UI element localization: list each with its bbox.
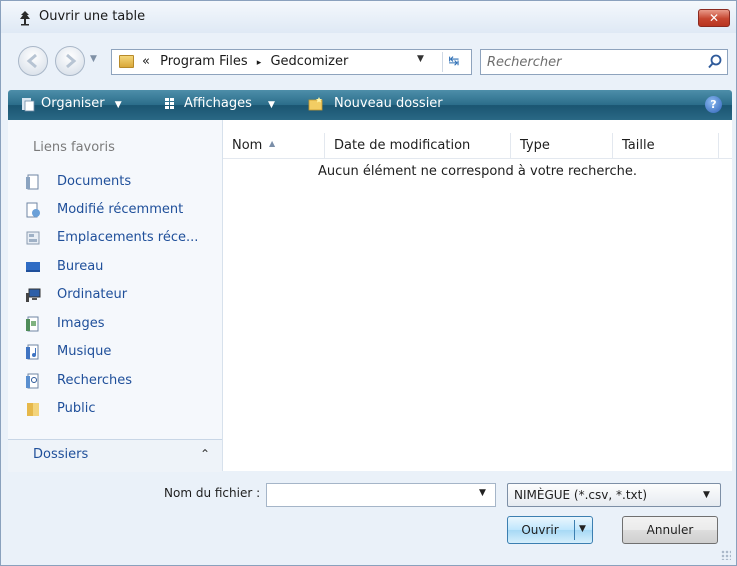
dialog-footer: Nom du fichier : ▼ NIMÈGUE (*.csv, *.txt… (1, 472, 736, 565)
breadcrumb-separator-icon[interactable]: ▸ (257, 58, 262, 68)
breadcrumb: « Program Files ▸ Gedcomizer (142, 54, 348, 69)
title-bar: Ouvrir une table ✕ (1, 1, 736, 33)
chevron-down-icon: ▼ (703, 490, 710, 500)
file-list-header: Nom ▲ Date de modification Type Taille (223, 133, 732, 159)
sidebar-item-music[interactable]: Musique (8, 339, 222, 365)
affichages-button[interactable]: Affichages ▼ (184, 96, 275, 111)
open-button[interactable]: Ouvrir ▼ (507, 516, 593, 544)
sidebar-item-searches[interactable]: Recherches (8, 368, 222, 394)
column-header-size[interactable]: Taille (613, 133, 719, 158)
column-header-date[interactable]: Date de modification (325, 133, 511, 158)
navigation-bar: ▼ « Program Files ▸ Gedcomizer ▼ ↹ (1, 33, 736, 90)
command-bar: Organiser ▼ Affichages ▼ Nouveau dossier… (8, 90, 732, 120)
column-header-type[interactable]: Type (511, 133, 613, 158)
desktop-icon (26, 262, 40, 272)
sidebar-item-label: Musique (57, 344, 112, 359)
refresh-icon: ↹ (448, 54, 460, 69)
back-button[interactable] (18, 46, 48, 76)
cancel-button[interactable]: Annuler (622, 516, 718, 544)
window-title: Ouvrir une table (39, 9, 146, 24)
affichages-label: Affichages (184, 96, 252, 111)
resize-grip-icon[interactable] (721, 550, 731, 560)
sidebar-item-recent[interactable]: Modifié récemment (8, 197, 222, 223)
forward-button[interactable] (55, 46, 85, 76)
filename-input[interactable] (270, 487, 465, 503)
folder-icon (119, 55, 134, 68)
folders-toggle[interactable]: Dossiers ⌃ (8, 439, 222, 472)
back-arrow-icon (26, 53, 37, 69)
search-box (480, 49, 728, 75)
music-icon (26, 344, 39, 360)
navigation-pane: Liens favoris Documents Modifié récemmen… (8, 120, 223, 471)
sidebar-item-label: Emplacements réce... (57, 230, 199, 245)
split-divider (574, 520, 575, 540)
searches-icon (26, 373, 39, 389)
help-icon[interactable]: ? (705, 96, 722, 113)
filename-dropdown-icon[interactable]: ▼ (479, 488, 486, 498)
favorite-links-header: Liens favoris (33, 140, 115, 155)
breadcrumb-overflow[interactable]: « (142, 54, 150, 69)
cancel-button-label: Annuler (646, 523, 694, 537)
close-icon: ✕ (708, 11, 720, 25)
sidebar-item-label: Public (57, 401, 96, 416)
sidebar-item-recent-places[interactable]: Emplacements réce... (8, 225, 222, 251)
sidebar-item-desktop[interactable]: Bureau (8, 254, 222, 280)
recent-places-icon (26, 231, 40, 245)
recent-icon (26, 202, 40, 218)
public-folder-icon (27, 403, 39, 416)
filename-combo: ▼ (266, 483, 496, 507)
sidebar-item-label: Modifié récemment (57, 202, 184, 217)
open-button-label: Ouvrir (521, 523, 559, 537)
sidebar-item-public[interactable]: Public (8, 396, 222, 422)
sort-ascending-icon: ▲ (269, 139, 276, 148)
column-header-name[interactable]: Nom ▲ (223, 133, 325, 158)
images-icon (26, 316, 39, 332)
computer-icon (26, 288, 41, 302)
recent-pages-dropdown-icon[interactable]: ▼ (90, 54, 97, 64)
sidebar-item-label: Images (57, 316, 105, 331)
sidebar-item-label: Bureau (57, 259, 104, 274)
sidebar-item-label: Documents (57, 174, 132, 189)
address-bar[interactable]: « Program Files ▸ Gedcomizer ▼ ↹ (111, 49, 472, 75)
sidebar-item-images[interactable]: Images (8, 311, 222, 337)
filetype-selected-value: NIMÈGUE (*.csv, *.txt) (514, 488, 648, 502)
app-tree-icon (20, 11, 30, 26)
sidebar-item-label: Ordinateur (57, 287, 128, 302)
close-button[interactable]: ✕ (698, 9, 730, 27)
documents-icon (26, 174, 39, 190)
organise-icon (22, 98, 35, 112)
organiser-dropdown-icon: ▼ (114, 100, 122, 110)
folders-label: Dossiers (33, 447, 89, 462)
filename-label: Nom du fichier : (164, 486, 261, 500)
search-input[interactable] (487, 53, 687, 71)
breadcrumb-item-program-files[interactable]: Program Files (160, 54, 248, 69)
refresh-button[interactable]: ↹ (442, 52, 465, 72)
sidebar-item-documents[interactable]: Documents (8, 169, 222, 195)
new-folder-icon (308, 97, 323, 111)
file-list: Nom ▲ Date de modification Type Taille A… (223, 120, 732, 471)
open-options-dropdown-icon[interactable]: ▼ (579, 524, 586, 534)
organiser-button[interactable]: Organiser ▼ (41, 96, 122, 111)
chevron-up-icon: ⌃ (200, 447, 211, 461)
open-file-dialog: Ouvrir une table ✕ ▼ « Program Files ▸ G… (0, 0, 737, 566)
organiser-label: Organiser (41, 96, 105, 111)
affichages-dropdown-icon: ▼ (267, 100, 275, 110)
views-icon (165, 98, 174, 109)
sidebar-item-label: Recherches (57, 373, 133, 388)
search-icon[interactable] (706, 53, 724, 71)
empty-results-message: Aucun élément ne correspond à votre rech… (318, 164, 637, 179)
breadcrumb-item-gedcomizer[interactable]: Gedcomizer (270, 54, 348, 69)
nouveau-dossier-button[interactable]: Nouveau dossier (334, 96, 443, 111)
forward-arrow-icon (66, 53, 77, 69)
filetype-select[interactable]: NIMÈGUE (*.csv, *.txt) ▼ (507, 483, 721, 507)
sidebar-item-computer[interactable]: Ordinateur (8, 282, 222, 308)
address-dropdown-icon[interactable]: ▼ (417, 54, 424, 64)
